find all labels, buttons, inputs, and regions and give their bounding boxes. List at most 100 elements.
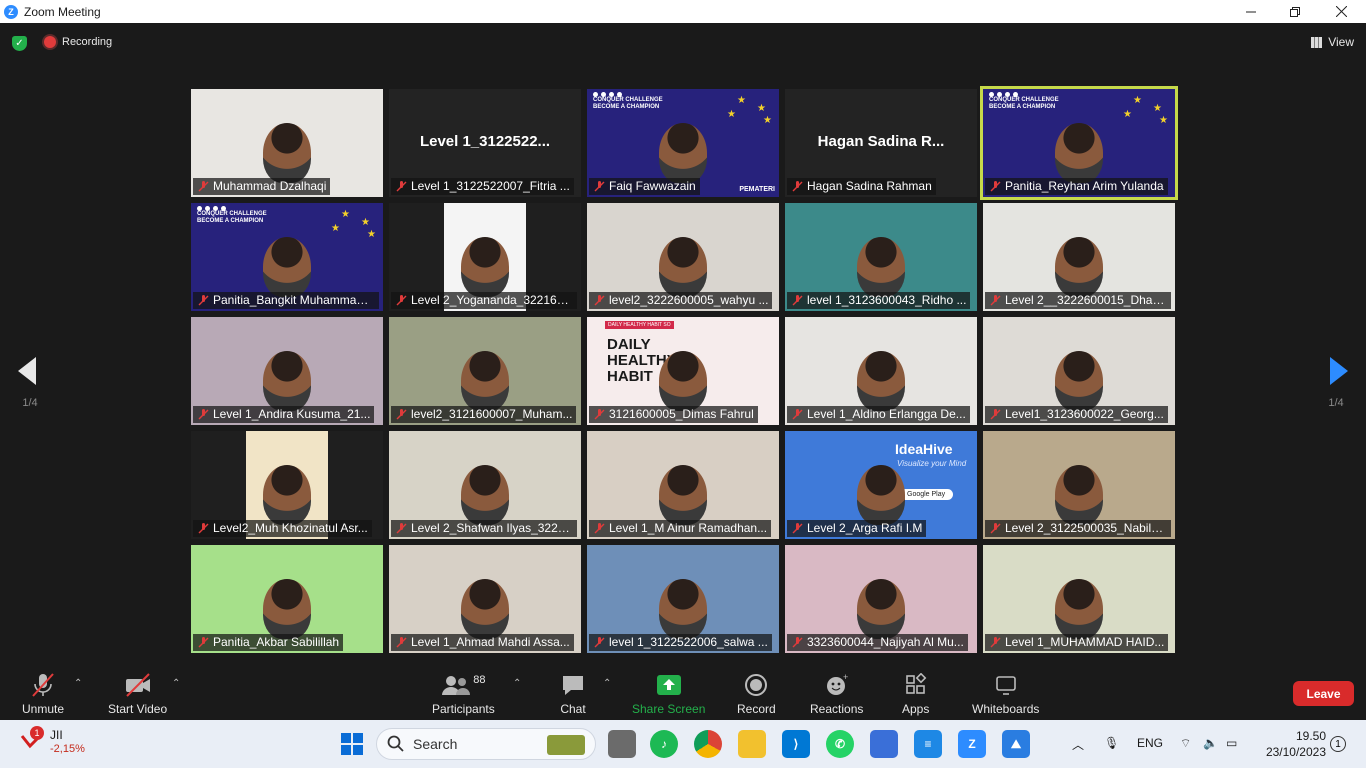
- notepad-icon[interactable]: ≡: [914, 730, 942, 758]
- video-tile[interactable]: Level 1_Aldino Erlangga De...: [785, 317, 977, 425]
- file-explorer-icon[interactable]: [738, 730, 766, 758]
- leave-button[interactable]: Leave: [1293, 681, 1354, 706]
- language-indicator[interactable]: ENG: [1137, 736, 1163, 750]
- video-tile[interactable]: Hagan Sadina R... Hagan Sadina Rahman: [785, 89, 977, 197]
- window-title: Zoom Meeting: [24, 4, 101, 19]
- participant-name-label: Level 1_MUHAMMAD HAID...: [985, 634, 1169, 651]
- record-button[interactable]: Record: [737, 672, 776, 716]
- video-tile[interactable]: Level 2_Yogananda_322160...: [389, 203, 581, 311]
- tray-microphone-icon[interactable]: 🎙: [1104, 736, 1119, 750]
- video-tile[interactable]: Level 2_3122500035_Nabila...: [983, 431, 1175, 539]
- taskbar-search[interactable]: Search: [376, 728, 596, 760]
- healthy-habit-banner: DAILY HEALTHY HABIT SO: [605, 321, 674, 329]
- unmute-button[interactable]: Unmute: [22, 672, 64, 716]
- participant-name-text: 3323600044_Najiyah Al Mu...: [807, 635, 964, 649]
- start-video-button[interactable]: Start Video: [108, 672, 167, 716]
- participant-name-label: 3121600005_Dimas Fahrul: [589, 406, 758, 423]
- video-tile[interactable]: CONQUER CHALLENGE BECOME A CHAMPION ★ ★ ★ ★ P…: [980, 86, 1178, 200]
- stock-widget[interactable]: 1 JII -2,15%: [20, 726, 85, 756]
- video-tile[interactable]: Level 1_Ahmad Mahdi Assa...: [389, 545, 581, 653]
- participant-name-text: Level 1_Ahmad Mahdi Assa...: [411, 635, 570, 649]
- participant-name-label: Panitia_Bangkit Muhammad ...: [193, 292, 379, 309]
- task-view-icon[interactable]: [608, 730, 636, 758]
- video-tile[interactable]: Level 1_Andira Kusuma_21...: [191, 317, 383, 425]
- video-tile[interactable]: IdeaHive Visualize your Mind Google Play Le…: [785, 431, 977, 539]
- muted-microphone-icon: [594, 637, 605, 648]
- video-tile[interactable]: level2_3121600007_Muham...: [389, 317, 581, 425]
- whatsapp-icon[interactable]: ✆: [826, 730, 854, 758]
- slide-headline: CONQUER CHALLENGE BECOME A CHAMPION: [989, 97, 1059, 110]
- video-tile[interactable]: Level2_Muh Khozinatul Asr...: [191, 431, 383, 539]
- whiteboards-button[interactable]: Whiteboards: [972, 672, 1039, 716]
- recording-indicator[interactable]: Recording: [44, 36, 112, 48]
- video-options-caret-icon[interactable]: ⌃: [172, 678, 180, 689]
- participant-face: [857, 237, 905, 297]
- video-tile[interactable]: Level 2_Shafwan Ilyas_3222...: [389, 431, 581, 539]
- restore-icon: [1290, 6, 1300, 17]
- video-tile[interactable]: 3323600044_Najiyah Al Mu...: [785, 545, 977, 653]
- video-tile[interactable]: Level 1_3122522... Level 1_3122522007_Fit…: [389, 89, 581, 197]
- video-tile[interactable]: Muhammad Dzalhaqi: [191, 89, 383, 197]
- app-cube-icon[interactable]: [870, 730, 898, 758]
- stock-chart-icon: 1: [20, 726, 44, 752]
- participant-name-text: level2_3121600007_Muham...: [411, 407, 573, 421]
- video-tile[interactable]: DAILY HEALTHY HABIT SO DAILY HEALTHY HABI…: [587, 317, 779, 425]
- meeting-top-bar: ✓ Recording View: [0, 23, 1366, 63]
- video-tile[interactable]: Level 2__3222600015_Dhan...: [983, 203, 1175, 311]
- muted-microphone-icon: [396, 637, 407, 648]
- restore-button[interactable]: [1272, 0, 1318, 23]
- share-screen-button[interactable]: Share Screen: [632, 672, 705, 716]
- participants-caret-icon[interactable]: ⌃: [513, 678, 521, 689]
- apps-button[interactable]: Apps: [902, 672, 929, 716]
- video-tile[interactable]: Level 1_M Ainur Ramadhan...: [587, 431, 779, 539]
- meeting-toolbar: Unmute ⌃ Start Video ⌃ 88 Participants ⌃…: [0, 668, 1366, 720]
- windows-start-button[interactable]: [338, 730, 366, 758]
- clock[interactable]: 19.50 23/10/2023: [1258, 728, 1326, 760]
- next-page-arrow-icon[interactable]: [1326, 357, 1350, 385]
- chrome-icon[interactable]: [694, 730, 722, 758]
- video-tile[interactable]: Panitia_Akbar Sabilillah: [191, 545, 383, 653]
- notification-badge[interactable]: 1: [1330, 736, 1346, 752]
- zoom-taskbar-icon[interactable]: Z: [958, 730, 986, 758]
- close-button[interactable]: [1318, 0, 1364, 23]
- google-play-badge: Google Play: [899, 489, 954, 500]
- volume-icon[interactable]: 🔈: [1203, 736, 1218, 750]
- participant-name-text: level 1_3123600043_Ridho ...: [807, 293, 967, 307]
- participant-name-label: Panitia_Akbar Sabilillah: [193, 634, 344, 651]
- zoom-logo-icon: Z: [4, 4, 18, 19]
- video-tile[interactable]: CONQUER CHALLENGE BECOME A CHAMPION ★ ★ ★ ★ P…: [587, 89, 779, 197]
- video-tile[interactable]: level 1_3122522006_salwa ...: [587, 545, 779, 653]
- video-tile[interactable]: Level1_3123600022_Georg...: [983, 317, 1175, 425]
- video-tile[interactable]: Level 1_MUHAMMAD HAID...: [983, 545, 1175, 653]
- spotify-icon[interactable]: ♪: [650, 730, 678, 758]
- chat-caret-icon[interactable]: ⌃: [603, 678, 611, 689]
- page-indicator-right: 1/4: [1328, 397, 1344, 409]
- encryption-shield-icon[interactable]: ✓: [12, 36, 27, 51]
- participants-button[interactable]: 88 Participants: [432, 672, 495, 716]
- video-tile[interactable]: level 1_3123600043_Ridho ...: [785, 203, 977, 311]
- participant-name-label: 3323600044_Najiyah Al Mu...: [787, 634, 968, 651]
- photos-icon[interactable]: ⛰: [1002, 730, 1030, 758]
- reactions-button[interactable]: + Reactions: [810, 672, 863, 716]
- windows-taskbar: 1 JII -2,15% Search ♪ ⟩ ✆ ≡ Z ⛰ ︿ 🎙 ENG …: [0, 720, 1366, 768]
- microphone-muted-icon: [32, 673, 54, 697]
- participant-name-text: Level 2__3222600015_Dhan...: [1005, 293, 1170, 307]
- wifi-icon[interactable]: ⌔: [1180, 736, 1191, 751]
- video-tile[interactable]: level2_3222600005_wahyu ...: [587, 203, 779, 311]
- participant-name-label: Muhammad Dzalhaqi: [193, 178, 331, 195]
- vscode-icon[interactable]: ⟩: [782, 730, 810, 758]
- audio-options-caret-icon[interactable]: ⌃: [74, 678, 82, 689]
- page-indicator-left: 1/4: [22, 397, 38, 409]
- previous-page-arrow-icon[interactable]: [16, 357, 40, 385]
- video-tile[interactable]: CONQUER CHALLENGE BECOME A CHAMPION ★ ★ ★ ★ P…: [191, 203, 383, 311]
- svg-text:+: +: [843, 673, 848, 682]
- participant-name-text: Panitia_Reyhan Arim Yulanda: [1005, 179, 1164, 193]
- clock-date: 23/10/2023: [1265, 745, 1326, 759]
- battery-icon[interactable]: ▭: [1226, 736, 1237, 750]
- chat-button[interactable]: Chat: [560, 672, 586, 716]
- muted-microphone-icon: [396, 181, 407, 192]
- view-button[interactable]: View: [1311, 35, 1354, 49]
- tray-overflow-icon[interactable]: ︿: [1072, 736, 1084, 753]
- share-screen-icon: [656, 675, 681, 695]
- minimize-button[interactable]: [1228, 0, 1274, 23]
